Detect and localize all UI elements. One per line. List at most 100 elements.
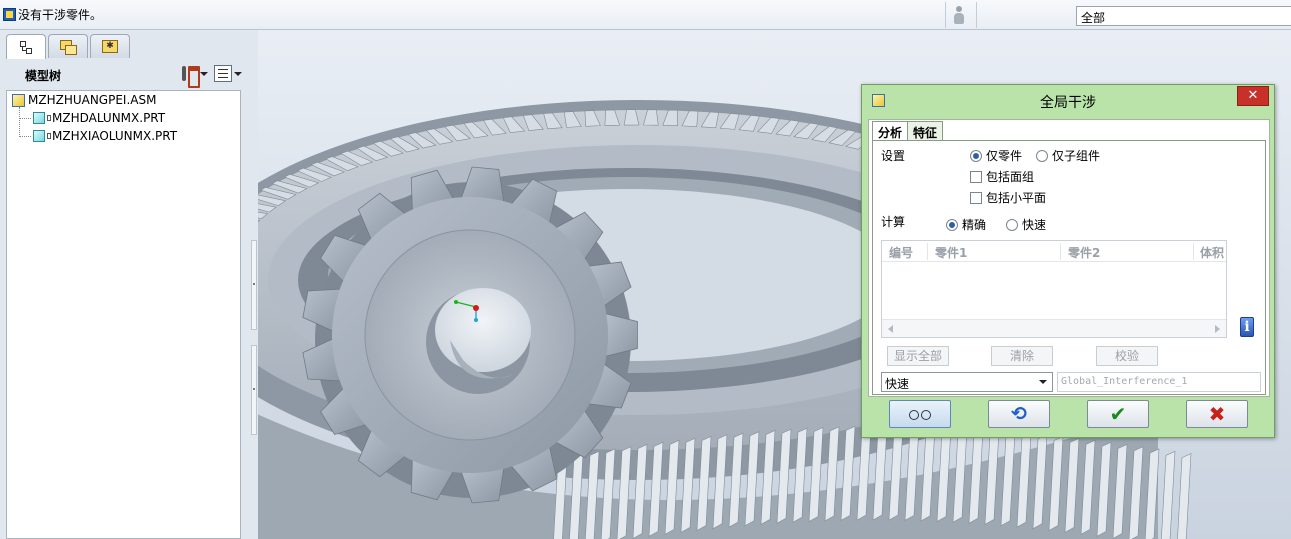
tree-item-label: MZHDALUNMX.PRT	[52, 111, 166, 125]
status-separator	[976, 2, 977, 28]
tree-item-assembly[interactable]: MZHZHUANGPEI.ASM	[12, 91, 156, 109]
layers-icon	[60, 39, 77, 55]
info-icon[interactable]: i	[1240, 317, 1254, 337]
wrench-icon	[180, 65, 200, 88]
chevron-down-icon	[234, 71, 242, 76]
tab-feature[interactable]: 特征	[907, 121, 944, 140]
model-tree: MZHZHUANGPEI.ASM MZHDALUNMX.PRT MZHXIAOL…	[6, 90, 241, 539]
part-icon	[33, 112, 45, 124]
verify-button[interactable]: 校验	[1096, 346, 1158, 366]
part-icon	[33, 130, 45, 142]
checkbox-icon	[970, 170, 982, 183]
results-header: 编号 零件1 零件2 体积	[882, 241, 1226, 262]
analysis-panel: 设置 仅零件 仅子组件 包括面组 包括小平面 计算 精确 快速 编号 零件1 零…	[872, 140, 1266, 395]
radio-selected-icon	[946, 218, 958, 231]
dialog-title: 全局干涉	[1040, 95, 1096, 111]
tab-analysis[interactable]: 分析	[872, 121, 909, 141]
splitter-grip[interactable]	[251, 240, 257, 330]
tree-item-part[interactable]: MZHDALUNMX.PRT	[33, 109, 165, 127]
refresh-icon: ⟲	[1011, 402, 1027, 425]
column-header-number: 编号	[889, 246, 914, 260]
horizontal-scrollbar[interactable]	[882, 319, 1226, 337]
layers-tab[interactable]	[48, 34, 88, 58]
compute-mode-value: 快速	[885, 377, 910, 391]
tree-item-part[interactable]: MZHXIAOLUNMX.PRT	[33, 127, 177, 145]
filter-select[interactable]: 全部	[1076, 6, 1291, 26]
feature-name-input[interactable]: Global_Interference_1	[1057, 372, 1261, 392]
status-message: 没有干涉零件。	[3, 6, 102, 23]
chevron-down-icon	[1039, 380, 1047, 384]
checkbox-include-quilts[interactable]: 包括面组	[970, 168, 1034, 185]
close-button[interactable]: ✕	[1237, 86, 1269, 106]
column-separator	[927, 243, 928, 260]
gear-tooth	[1161, 450, 1176, 539]
repaint-button[interactable]: ⟲	[988, 400, 1050, 428]
chevron-down-icon	[200, 71, 208, 76]
check-icon: ✔	[1109, 402, 1127, 426]
radio-exact[interactable]: 精确	[946, 216, 986, 233]
radio-quick[interactable]: 快速	[1006, 216, 1046, 233]
tree-item-label: MZHXIAOLUNMX.PRT	[52, 129, 178, 143]
column-header-part1: 零件1	[935, 246, 968, 260]
radio-parts-only[interactable]: 仅零件	[970, 147, 1022, 164]
compute-label: 计算	[881, 215, 906, 229]
radio-subassemblies-only[interactable]: 仅子组件	[1036, 147, 1100, 164]
part-marker-icon	[47, 133, 51, 139]
status-info-icon	[3, 8, 16, 21]
cancel-icon: ✖	[1208, 402, 1226, 426]
radio-label: 精确	[962, 218, 987, 232]
clear-button[interactable]: 清除	[991, 346, 1053, 366]
person-icon[interactable]	[952, 6, 966, 24]
model-tree-tab[interactable]	[6, 34, 46, 59]
global-interference-dialog: 全局干涉 ✕ 分析 特征 设置 仅零件 仅子组件 包括面组 包括小平面 计算 精…	[861, 84, 1275, 438]
column-separator	[1193, 243, 1194, 260]
left-panel: ✱ 模型树 MZHZHUANGPEI.ASM MZHDALUNMX.PRT MZ…	[0, 30, 250, 539]
gear-tooth	[1177, 453, 1192, 539]
tree-icon	[19, 40, 33, 54]
splitter-grip[interactable]	[251, 345, 257, 435]
radio-icon	[1036, 149, 1048, 162]
checkbox-label: 包括面组	[986, 170, 1035, 184]
scroll-right-icon[interactable]	[1215, 325, 1220, 333]
dialog-tabs: 分析 特征	[872, 121, 944, 141]
column-separator	[1060, 243, 1061, 260]
status-bar: 没有干涉零件。 全部	[0, 0, 1291, 30]
model-tree-header: 模型树	[6, 62, 246, 88]
glasses-icon	[909, 409, 931, 420]
preview-button[interactable]	[889, 400, 951, 428]
tree-settings-button[interactable]	[180, 65, 208, 88]
checkbox-label: 包括小平面	[986, 191, 1047, 205]
panel-tabs: ✱	[6, 34, 130, 59]
folder-star-icon: ✱	[102, 40, 118, 53]
dialog-body: 分析 特征 设置 仅零件 仅子组件 包括面组 包括小平面 计算 精确 快速 编号…	[868, 119, 1270, 397]
tree-connector	[19, 118, 31, 119]
compute-mode-select[interactable]: 快速	[881, 372, 1053, 392]
model-tree-title: 模型树	[25, 68, 62, 83]
ok-button[interactable]: ✔	[1087, 400, 1149, 428]
tree-tools	[180, 65, 242, 88]
panel-splitter[interactable]	[250, 30, 258, 539]
cancel-button[interactable]: ✖	[1186, 400, 1248, 428]
tree-item-label: MZHZHUANGPEI.ASM	[28, 93, 157, 107]
checkbox-include-facets[interactable]: 包括小平面	[970, 189, 1046, 206]
radio-selected-icon	[970, 149, 982, 162]
settings-label: 设置	[881, 149, 906, 163]
show-all-button[interactable]: 显示全部	[887, 346, 949, 366]
tree-display-button[interactable]	[214, 65, 242, 82]
radio-label: 仅零件	[986, 149, 1023, 163]
results-table[interactable]: 编号 零件1 零件2 体积	[881, 240, 1227, 338]
scroll-left-icon[interactable]	[888, 325, 893, 333]
radio-label: 快速	[1022, 218, 1047, 232]
list-icon	[214, 65, 232, 82]
dialog-title-bar[interactable]: 全局干涉 ✕	[862, 85, 1274, 115]
column-header-part2: 零件2	[1068, 246, 1101, 260]
status-message-text: 没有干涉零件。	[18, 8, 103, 22]
tree-connector	[19, 136, 31, 137]
favorites-tab[interactable]: ✱	[90, 34, 130, 58]
column-header-volume: 体积	[1200, 246, 1225, 260]
part-marker-icon	[47, 115, 51, 121]
assembly-icon	[12, 93, 25, 107]
checkbox-icon	[970, 191, 982, 204]
radio-label: 仅子组件	[1052, 149, 1101, 163]
radio-icon	[1006, 218, 1018, 231]
